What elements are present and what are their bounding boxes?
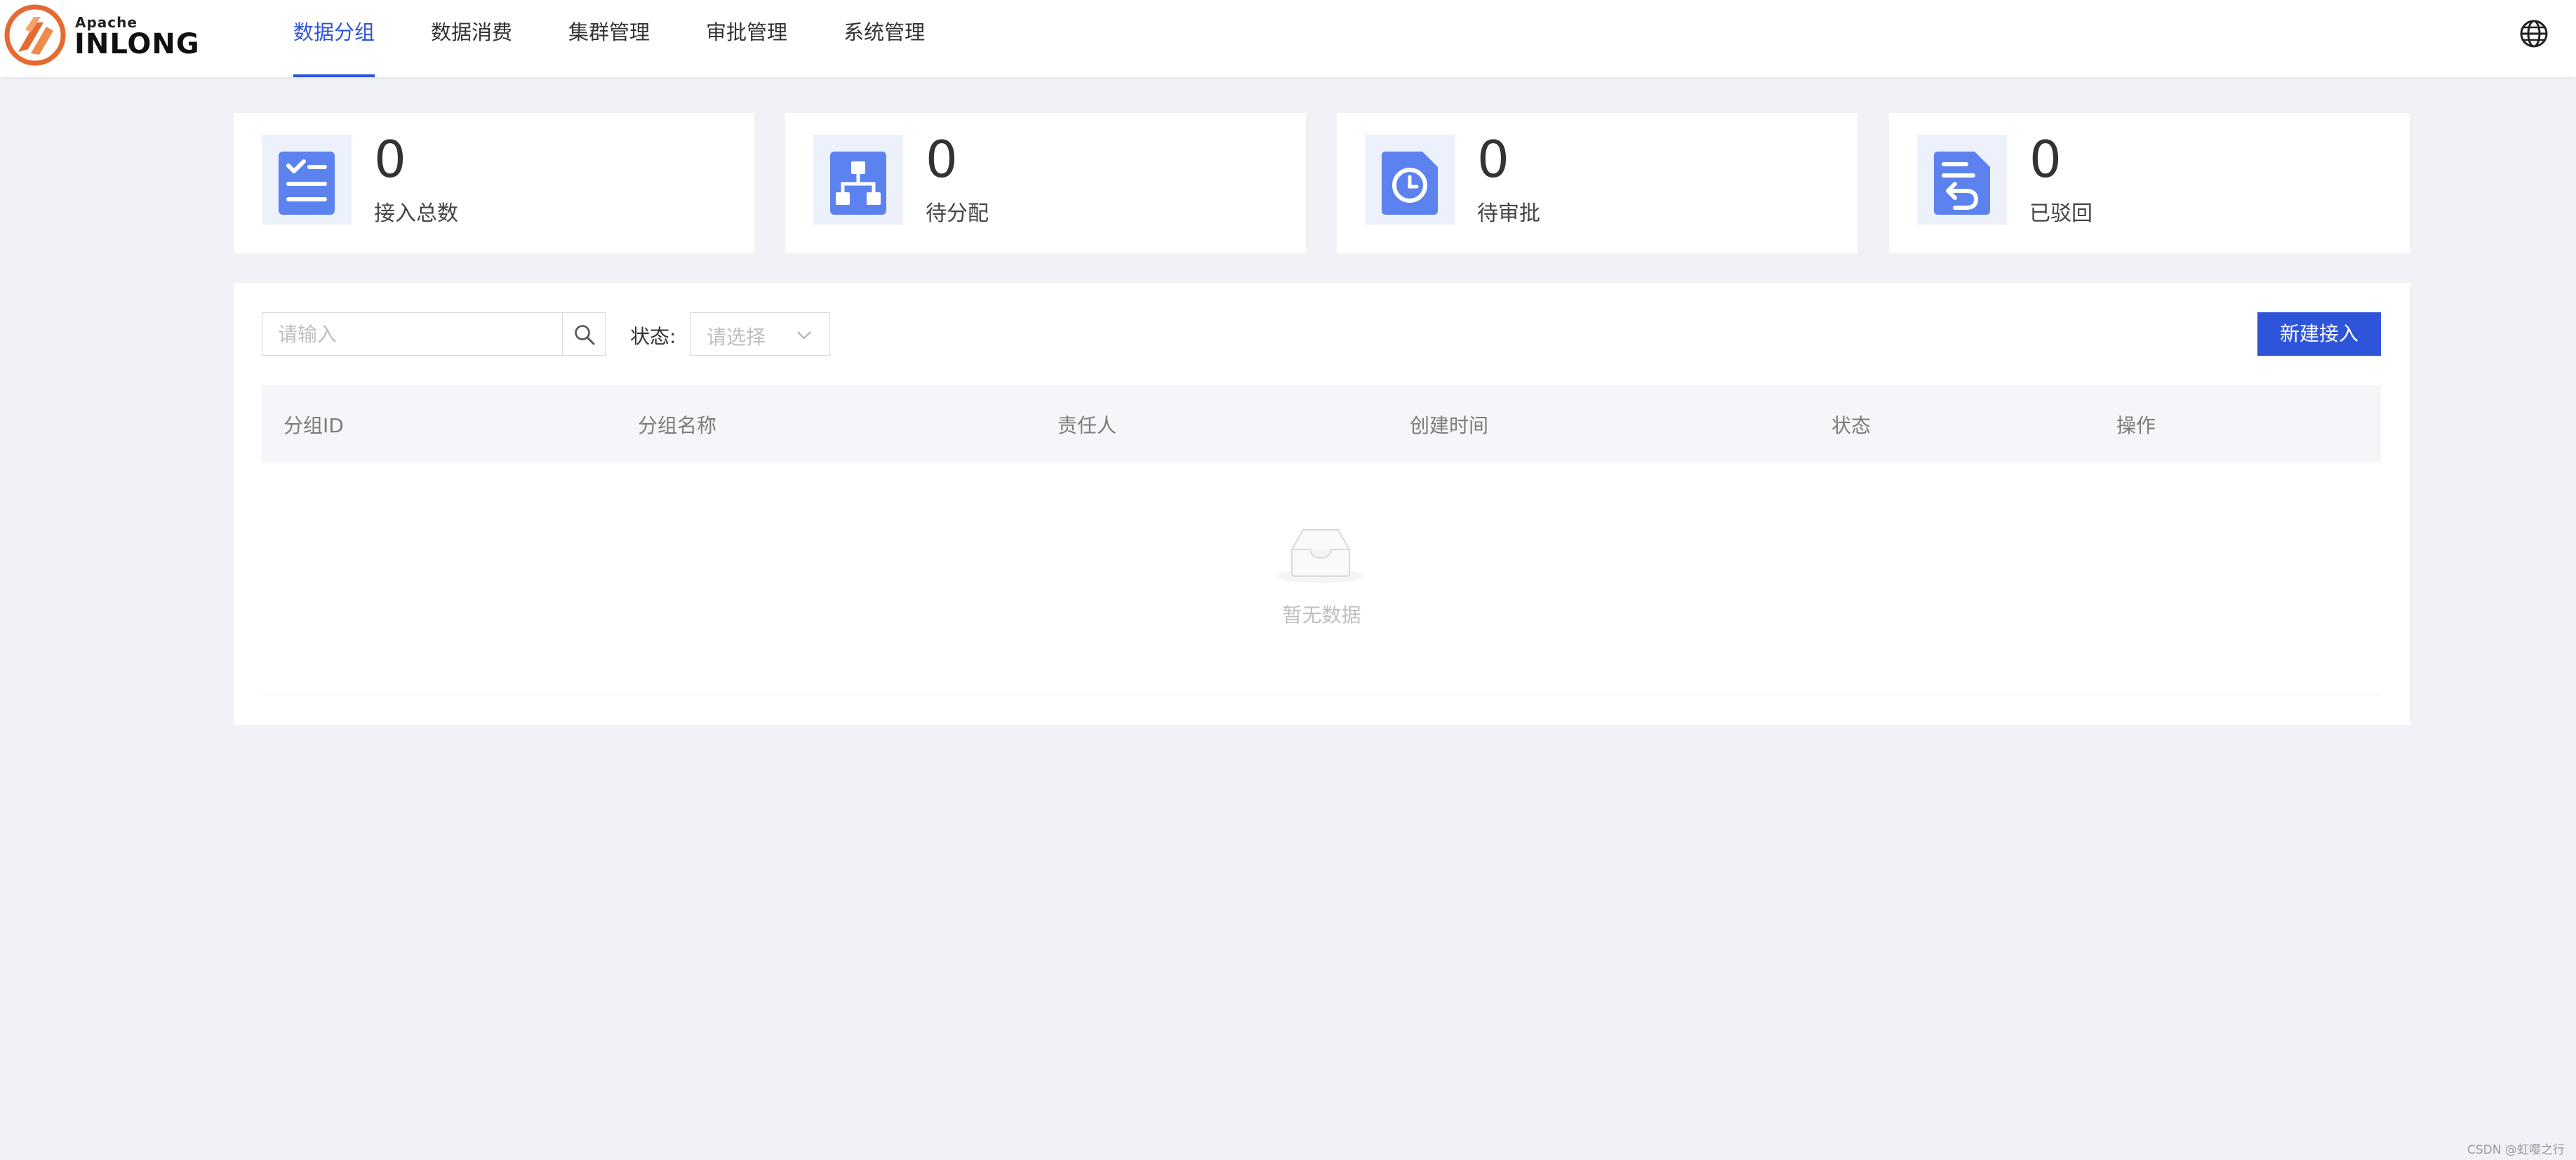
stat-label-pending-approval: 待审批 bbox=[1477, 201, 1540, 226]
stat-icon-box bbox=[1917, 135, 2007, 225]
return-document-icon bbox=[1934, 152, 1990, 215]
stat-card-rejected: 0 已驳回 bbox=[1889, 113, 2410, 253]
empty-inbox-icon bbox=[1277, 529, 1364, 583]
main-nav: 数据分组 数据消费 集群管理 审批管理 系统管理 bbox=[293, 0, 981, 77]
stat-label-pending-assign: 待分配 bbox=[926, 201, 989, 226]
stat-value-pending-approval: 0 bbox=[1477, 130, 1509, 189]
nav-item-cluster-management[interactable]: 集群管理 bbox=[568, 0, 650, 77]
stat-value-rejected: 0 bbox=[2029, 130, 2062, 189]
nav-item-data-consumption[interactable]: 数据消费 bbox=[431, 0, 512, 77]
column-header-actions[interactable]: 操作 bbox=[2116, 411, 2156, 439]
column-header-group-id[interactable]: 分组ID bbox=[283, 411, 344, 439]
stat-icon-box bbox=[813, 135, 903, 225]
logo-title: INLONG bbox=[74, 28, 200, 60]
stat-label-total: 接入总数 bbox=[374, 201, 458, 226]
column-header-group-name[interactable]: 分组名称 bbox=[638, 411, 716, 439]
stat-icon-box bbox=[262, 135, 352, 225]
clock-document-icon bbox=[1382, 152, 1438, 215]
status-filter-select[interactable]: 请选择 bbox=[690, 312, 830, 356]
globe-icon[interactable] bbox=[2519, 19, 2549, 48]
nav-item-system-management[interactable]: 系统管理 bbox=[843, 0, 925, 77]
stats-row: 0 接入总数 0 待分配 0 待审批 0 已驳回 bbox=[234, 113, 2410, 253]
nav-item-data-group[interactable]: 数据分组 bbox=[293, 0, 375, 77]
new-access-button[interactable]: 新建接入 bbox=[2257, 312, 2381, 356]
search-button[interactable] bbox=[562, 312, 606, 356]
app-logo[interactable]: Apache INLONG bbox=[3, 3, 199, 67]
hierarchy-icon bbox=[830, 152, 886, 215]
top-header: Apache INLONG 数据分组 数据消费 集群管理 审批管理 系统管理 bbox=[0, 0, 2576, 77]
stat-value-pending-assign: 0 bbox=[926, 130, 958, 189]
chevron-down-icon bbox=[797, 331, 811, 340]
watermark: CSDN @虹嘤之行 bbox=[2467, 1143, 2565, 1157]
table-header: 分组ID 分组名称 责任人 创建时间 状态 操作 bbox=[262, 385, 2381, 462]
nav-item-approval-management[interactable]: 审批管理 bbox=[706, 0, 787, 77]
status-select-placeholder: 请选择 bbox=[707, 326, 766, 349]
column-header-status[interactable]: 状态 bbox=[1831, 411, 1871, 439]
stat-card-pending-approval: 0 待审批 bbox=[1337, 113, 1857, 253]
stat-value-total: 0 bbox=[374, 130, 406, 189]
inlong-logo-icon bbox=[4, 4, 66, 66]
stat-card-total: 0 接入总数 bbox=[234, 113, 754, 253]
column-header-created-time[interactable]: 创建时间 bbox=[1410, 411, 1488, 439]
search-icon bbox=[575, 325, 595, 345]
stat-icon-box bbox=[1365, 135, 1455, 225]
search-input[interactable] bbox=[262, 312, 562, 356]
column-header-owner[interactable]: 责任人 bbox=[1057, 411, 1116, 439]
stat-card-pending-assign: 0 待分配 bbox=[785, 113, 1306, 253]
status-filter-label: 状态: bbox=[630, 325, 676, 348]
stat-label-rejected: 已驳回 bbox=[2029, 201, 2093, 226]
checklist-document-icon bbox=[279, 152, 335, 215]
group-list-panel: 状态: 请选择 新建接入 分组ID 分组名称 责任人 创建时间 状态 操作 暂无… bbox=[234, 283, 2410, 725]
search-box bbox=[262, 312, 606, 356]
empty-state-text: 暂无数据 bbox=[1282, 604, 1361, 627]
